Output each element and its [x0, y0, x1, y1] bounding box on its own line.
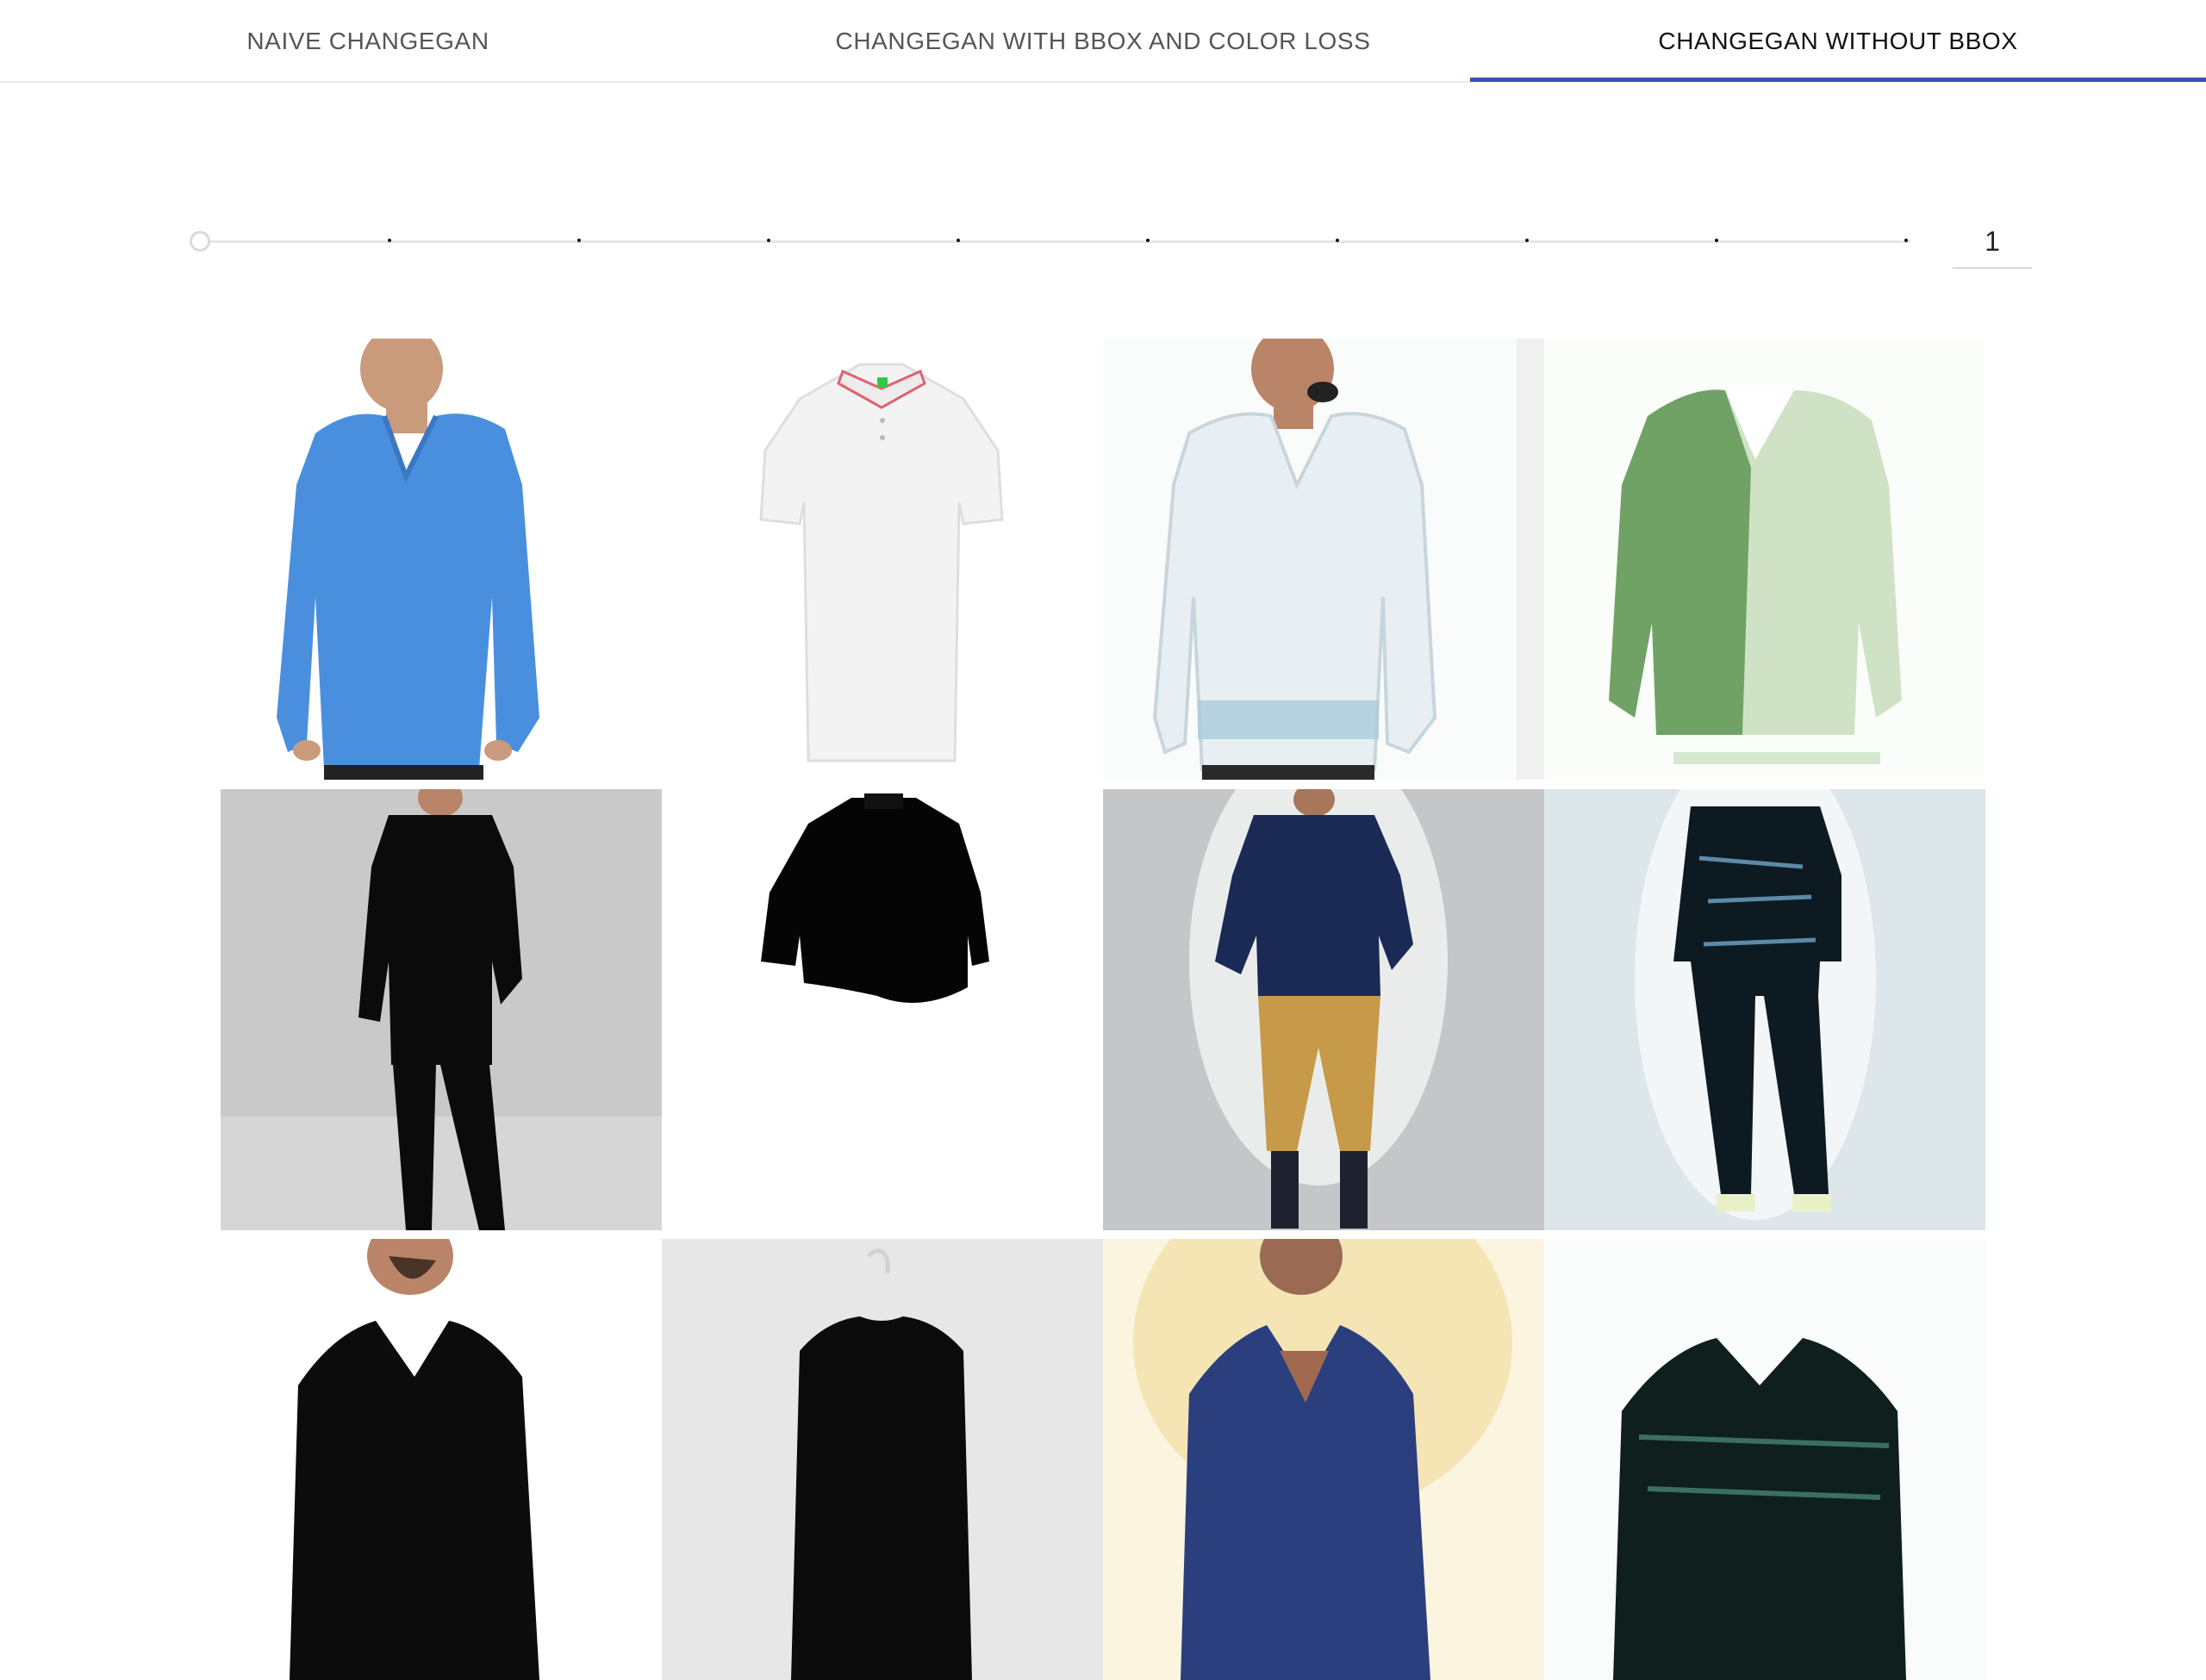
active-tab-indicator: [1470, 78, 2206, 82]
white-polo-shirt-image: [662, 339, 1103, 780]
slider-handle[interactable]: [190, 231, 210, 252]
slider-tick: [1336, 239, 1339, 242]
black-longsleeve-image: [662, 789, 1103, 1230]
image-row: [221, 1239, 1985, 1680]
generated-blue-vneck-image: [1103, 1239, 1544, 1680]
slider-tick: [388, 239, 391, 242]
slider-tick: [577, 239, 581, 242]
slider-tick: [1715, 239, 1718, 242]
black-shirt-hanger-image: [662, 1239, 1103, 1680]
generated-white-vneck-image: [1103, 339, 1544, 780]
tab-changegan-without-bbox[interactable]: CHANGEGAN WITHOUT BBOX: [1470, 0, 2206, 83]
generated-navy-top-tan-pants-image: [1103, 789, 1544, 1230]
generated-dark-sweater-image: [1544, 1239, 1985, 1680]
model-black-outfit-image: [221, 789, 662, 1230]
tab-changegan-bbox-color-loss[interactable]: CHANGEGAN WITH BBOX AND COLOR LOSS: [736, 0, 1470, 83]
tab-bar: NAIVE CHANGEGAN CHANGEGAN WITH BBOX AND …: [0, 0, 2206, 83]
slider-value-input[interactable]: 1: [1953, 215, 2032, 269]
slider-tick: [1904, 239, 1908, 242]
model-black-vneck-image: [221, 1239, 662, 1680]
slider-tick: [767, 239, 770, 242]
index-slider[interactable]: [190, 224, 1913, 258]
slider-tick: [957, 239, 960, 242]
slider-tick: [1525, 239, 1529, 242]
generated-dark-outfit-image: [1544, 789, 1985, 1230]
image-row: [221, 789, 1985, 1230]
slider-track[interactable]: [200, 240, 1910, 243]
slider-tick: [1146, 239, 1150, 242]
model-blue-vneck-image: [221, 339, 662, 780]
image-row: [221, 339, 1985, 780]
tab-naive-changegan[interactable]: NAIVE CHANGEGAN: [0, 0, 736, 83]
generated-green-sweater-image: [1544, 339, 1985, 780]
